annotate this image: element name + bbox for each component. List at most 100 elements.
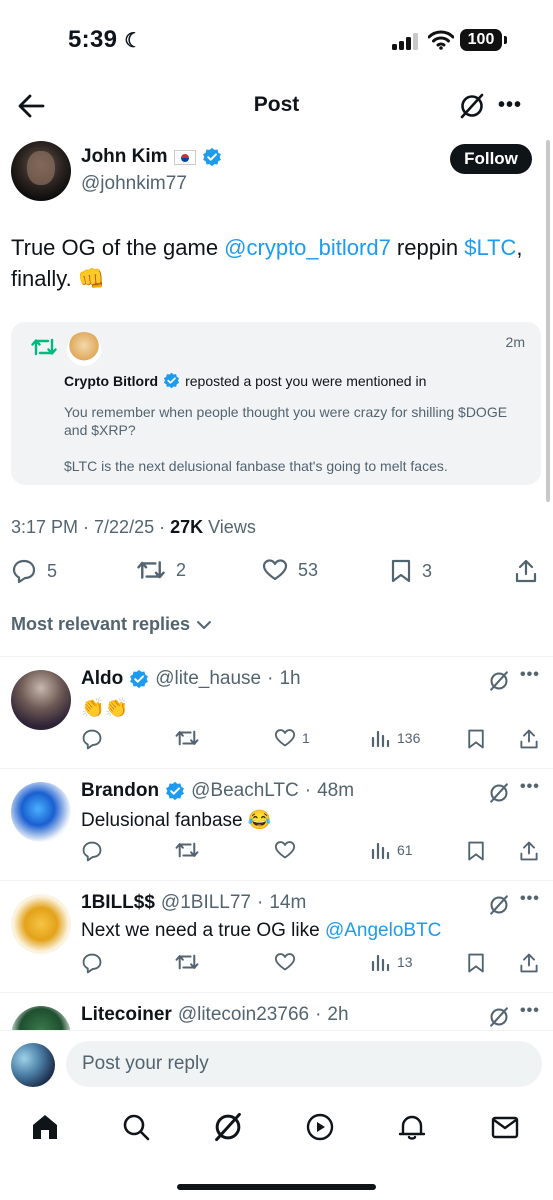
verified-icon — [130, 669, 149, 689]
home-indicator[interactable] — [177, 1184, 376, 1190]
author-name[interactable]: John Kim — [81, 146, 168, 168]
reply-input[interactable] — [66, 1041, 542, 1087]
author-row: John Kim — [81, 146, 222, 168]
follow-button[interactable]: Follow — [450, 144, 532, 174]
grok-icon[interactable] — [458, 92, 486, 120]
bookmark-icon — [468, 953, 484, 973]
quote-name[interactable]: Crypto Bitlord — [64, 373, 158, 389]
share-icon[interactable] — [513, 558, 539, 584]
reply-button[interactable] — [81, 728, 103, 750]
reply-sort-label: Most relevant replies — [11, 614, 191, 634]
bookmark-count: 3 — [422, 560, 433, 581]
more-icon[interactable]: ••• — [520, 778, 540, 796]
reply-text: Delusional fanbase 😂 — [81, 810, 272, 831]
quote-body-line: You remember when people thought you wer… — [64, 404, 508, 438]
views-button[interactable]: 13 — [371, 952, 413, 972]
reply-dot: · — [315, 1004, 322, 1025]
like-button[interactable] — [274, 952, 296, 972]
reply-item[interactable]: 1BILL$$ @1BILL77 · 14m ••• Next we need a … — [0, 880, 553, 992]
bookmark-icon — [468, 729, 484, 749]
more-icon[interactable]: ••• — [520, 890, 540, 908]
views-count: 13 — [397, 954, 413, 970]
tab-search[interactable] — [119, 1110, 153, 1144]
scrollbar[interactable] — [546, 140, 550, 502]
repost-icon — [175, 954, 199, 970]
like-button[interactable]: 53 — [262, 558, 318, 582]
share-button[interactable] — [518, 952, 540, 974]
tab-video[interactable] — [303, 1110, 337, 1144]
mail-icon — [491, 1116, 519, 1139]
reply-item[interactable]: Brandon @BeachLTC · 48m ••• Delusional fan… — [0, 768, 553, 880]
bookmark-icon — [468, 841, 484, 861]
like-button[interactable] — [274, 840, 296, 860]
tab-home[interactable] — [28, 1110, 62, 1144]
bookmark-button[interactable] — [466, 952, 486, 974]
reply-icon — [82, 729, 102, 750]
mention-link[interactable]: @crypto_bitlord7 — [224, 235, 391, 260]
repost-count: 2 — [176, 559, 187, 580]
reply-item[interactable]: Aldo @lite_hause · 1h ••• 👏👏 1 136 — [0, 656, 553, 768]
repost-button[interactable]: 2 — [136, 558, 186, 582]
reply-count: 5 — [47, 560, 58, 581]
quote-card[interactable]: 2m Crypto Bitlord reposted a post you we… — [11, 322, 541, 485]
cashtag-link[interactable]: $LTC — [464, 235, 516, 260]
views-button[interactable]: 136 — [371, 728, 420, 748]
repost-button[interactable] — [175, 952, 199, 972]
reply-button[interactable] — [81, 952, 103, 974]
reply-author-name[interactable]: Litecoiner — [81, 1004, 172, 1026]
reply-item[interactable]: Litecoiner @litecoin23766 · 2h ••• — [0, 992, 553, 1030]
bookmark-button[interactable] — [466, 840, 486, 862]
reply-header: Litecoiner @litecoin23766 · 2h — [81, 1004, 349, 1026]
reply-header: Brandon @BeachLTC · 48m — [81, 780, 354, 802]
reply-button[interactable]: 5 — [11, 558, 57, 584]
repost-button[interactable] — [175, 840, 199, 860]
reply-header: Aldo @lite_hause · 1h — [81, 668, 301, 690]
mention-link[interactable]: @AngeloBTC — [325, 920, 441, 941]
reply-actions: 13 — [0, 952, 553, 976]
reply-handle[interactable]: @litecoin23766 — [178, 1004, 309, 1026]
more-icon[interactable]: ••• — [498, 94, 522, 117]
reply-handle[interactable]: @1BILL77 — [161, 892, 251, 914]
grok-icon[interactable] — [488, 1006, 510, 1028]
share-button[interactable] — [518, 840, 540, 862]
reply-avatar[interactable] — [11, 670, 71, 730]
grok-icon[interactable] — [488, 782, 510, 804]
post-text-part: finally. 👊 — [11, 266, 106, 291]
reply-avatar[interactable] — [11, 1006, 71, 1030]
author-avatar[interactable] — [11, 141, 71, 201]
tab-notifications[interactable] — [395, 1110, 429, 1144]
like-button[interactable]: 1 — [274, 728, 310, 748]
reply-avatar[interactable] — [11, 894, 71, 954]
views-button[interactable]: 61 — [371, 840, 413, 860]
bookmark-button[interactable] — [466, 728, 486, 750]
reply-button[interactable] — [81, 840, 103, 862]
more-icon[interactable]: ••• — [520, 1002, 540, 1020]
reply-actions: 1 136 — [0, 728, 553, 752]
status-bar: 5:39 ☾ 100 — [0, 0, 553, 80]
reply-author-name[interactable]: Brandon — [81, 780, 159, 802]
reply-dot: · — [267, 668, 274, 689]
reply-avatar[interactable] — [11, 782, 71, 842]
bookmark-button[interactable]: 3 — [390, 558, 432, 584]
reply-author-name[interactable]: Aldo — [81, 668, 123, 690]
tab-grok[interactable] — [211, 1110, 245, 1144]
reply-handle[interactable]: @lite_hause — [155, 668, 261, 690]
repost-icon — [137, 561, 165, 579]
repost-button[interactable] — [175, 728, 199, 748]
more-icon[interactable]: ••• — [520, 666, 540, 684]
views-count: 61 — [397, 842, 413, 858]
share-button[interactable] — [518, 728, 540, 750]
reply-sort-dropdown[interactable]: Most relevant replies — [11, 614, 212, 635]
tab-messages[interactable] — [488, 1110, 522, 1144]
post-meta: 3:17 PM · 7/22/25 · 27K Views — [11, 517, 256, 538]
views-icon — [371, 730, 390, 748]
grok-icon[interactable] — [488, 670, 510, 692]
grok-icon[interactable] — [488, 894, 510, 916]
my-avatar[interactable] — [11, 1043, 55, 1087]
reply-author-name[interactable]: 1BILL$$ — [81, 892, 155, 914]
share-icon — [520, 729, 538, 749]
author-handle[interactable]: @johnkim77 — [81, 173, 187, 195]
verified-icon — [166, 781, 185, 801]
like-count: 1 — [302, 730, 310, 746]
reply-handle[interactable]: @BeachLTC — [191, 780, 299, 802]
